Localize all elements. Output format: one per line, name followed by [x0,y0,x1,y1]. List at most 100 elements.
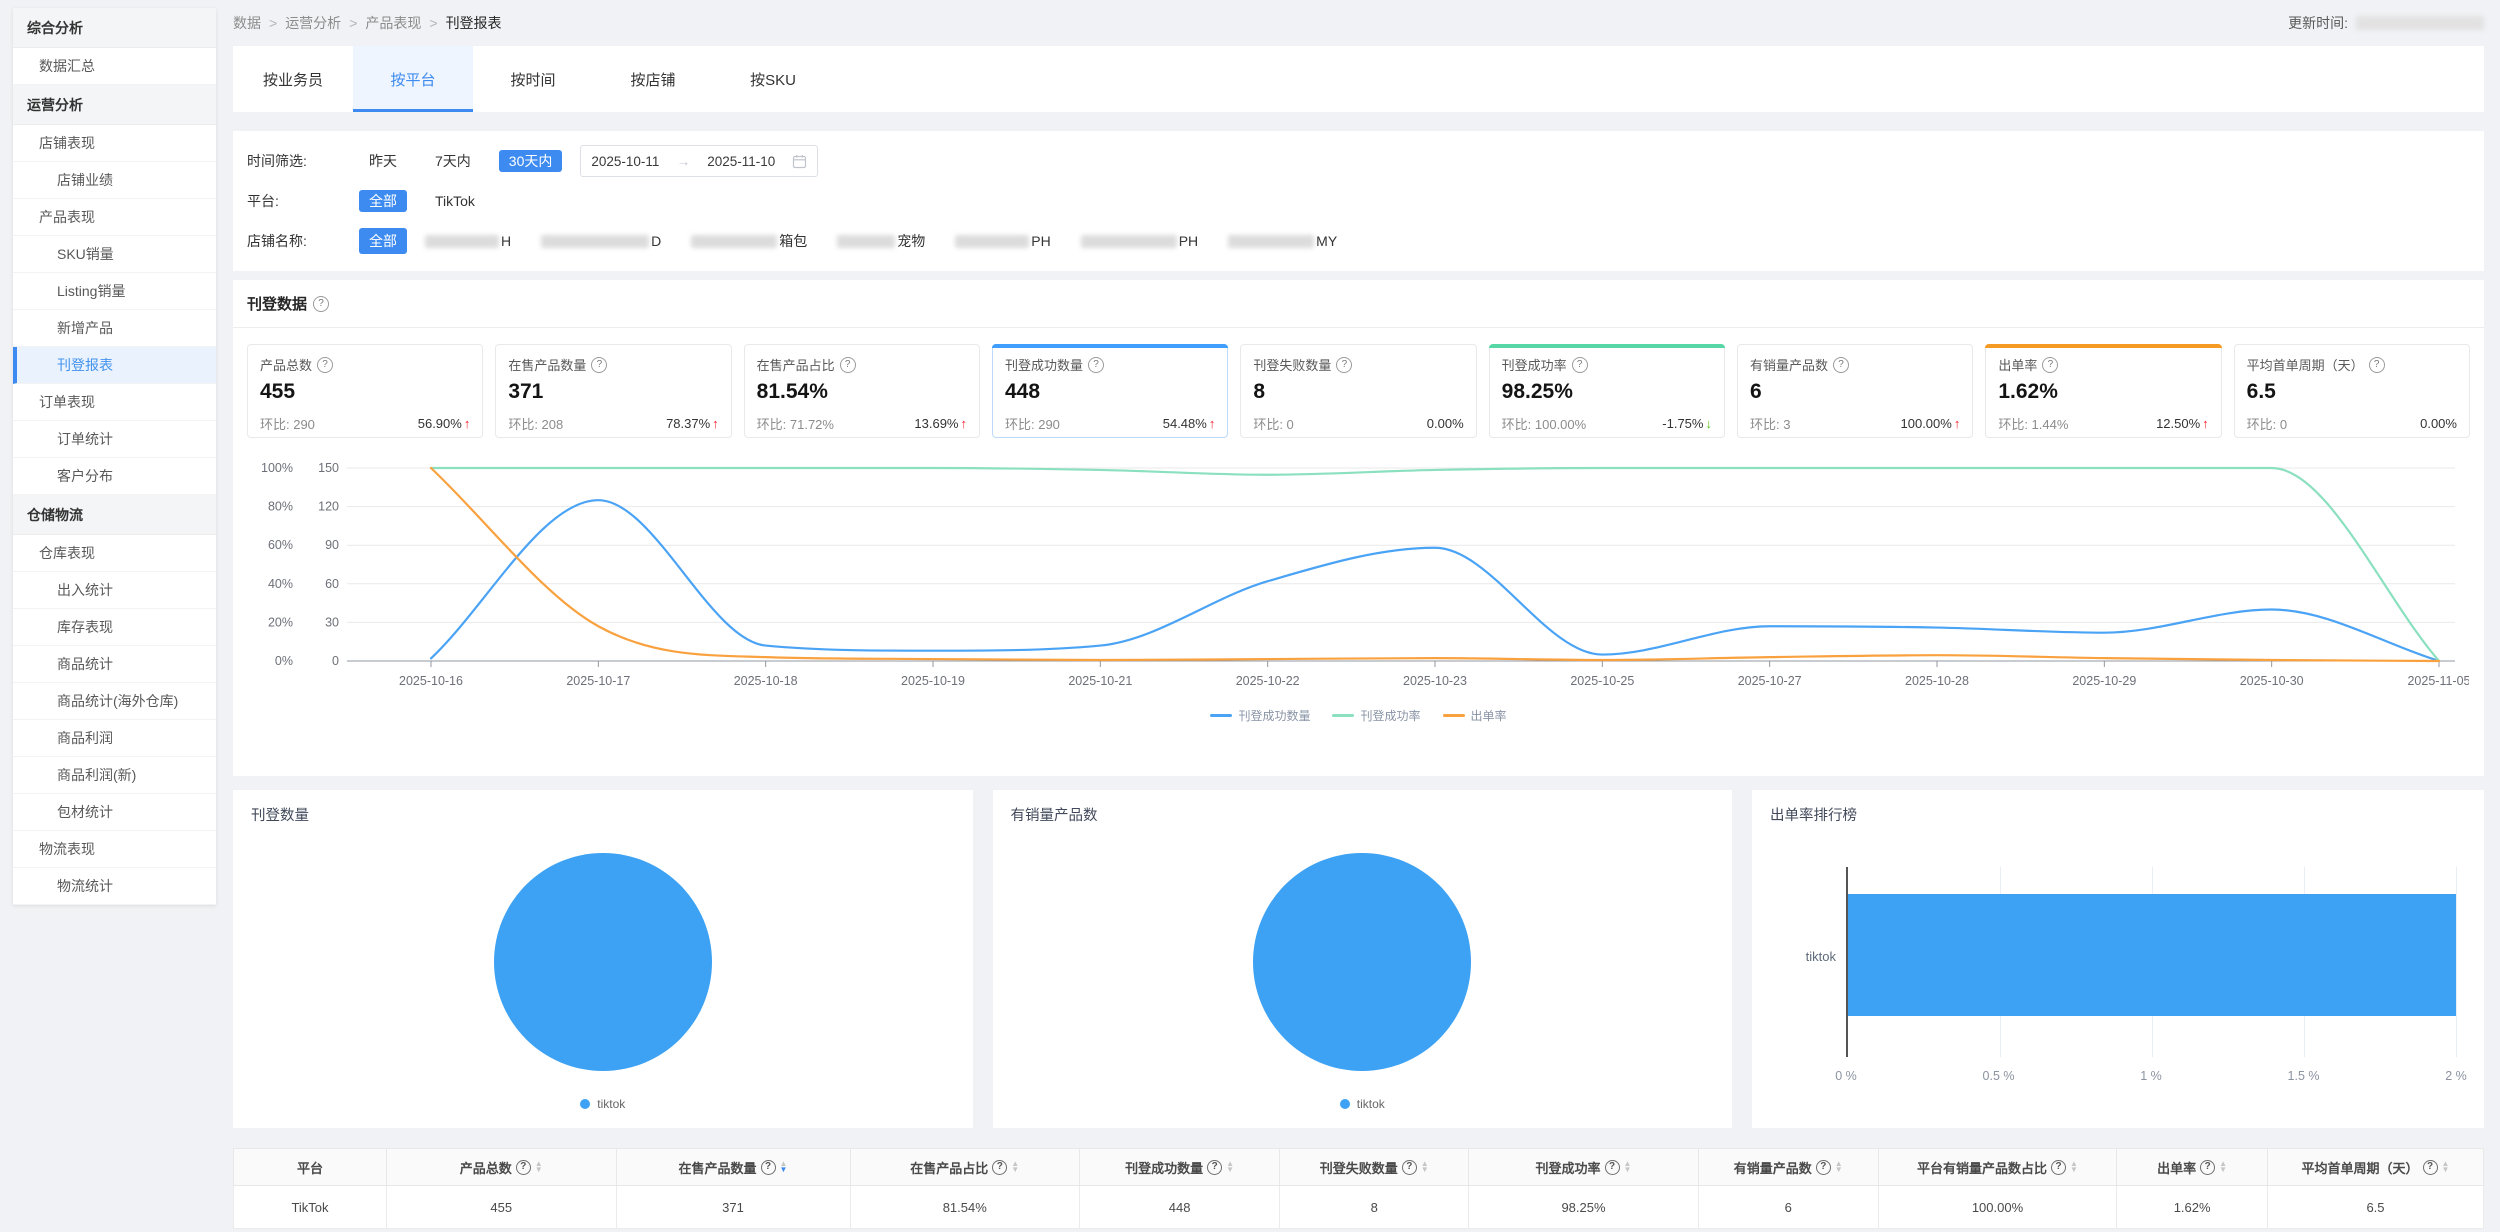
sidebar-item[interactable]: 客户分布 [13,458,216,495]
sort-icons[interactable]: ▲ ▼ [2070,1160,2078,1174]
table-header-9[interactable]: 出单率? ▲ ▼ [2116,1148,2268,1186]
help-icon[interactable]: ? [1207,1159,1223,1175]
shop-option-all[interactable]: 全部 [359,228,407,254]
tab-by-platform[interactable]: 按平台 [353,46,473,112]
breadcrumb-item[interactable]: 产品表现 [365,15,421,31]
metric-card-on-sale-quantity[interactable]: 在售产品数量? 371 环比: 208 78.37% ↑ [495,344,732,438]
help-icon[interactable]: ? [2422,1159,2438,1175]
tab-by-sku[interactable]: 按SKU [713,46,833,112]
help-icon[interactable]: ? [839,356,856,373]
help-icon[interactable]: ? [317,356,334,373]
sidebar-item[interactable]: 物流统计 [13,868,216,905]
metric-card-order-rate[interactable]: 出单率? 1.62% 环比: 1.44% 12.50% ↑ [1985,344,2222,438]
table-header-4[interactable]: 刊登成功数量? ▲ ▼ [1078,1148,1281,1186]
sidebar-item[interactable]: 订单表现 [13,384,216,421]
help-icon[interactable]: ? [313,295,330,312]
table-header-7[interactable]: 有销量产品数? ▲ ▼ [1697,1148,1879,1186]
sidebar-item[interactable]: 包材统计 [13,794,216,831]
tab-by-salesman[interactable]: 按业务员 [233,46,353,112]
sales-products-pie-legend[interactable]: tiktok [1011,1097,1715,1111]
help-icon[interactable]: ? [992,1159,1008,1175]
table-header-5[interactable]: 刊登失败数量? ▲ ▼ [1279,1148,1470,1186]
table-header-3[interactable]: 在售产品占比? ▲ ▼ [849,1148,1080,1186]
sidebar-item-active[interactable]: 刊登报表 [13,347,216,384]
metric-card-publish-fail-quantity[interactable]: 刊登失败数量? 8 环比: 0 0.00% [1240,344,1477,438]
sidebar-item[interactable]: 库存表现 [13,609,216,646]
legend-item-1[interactable]: 刊登成功率 [1332,707,1421,724]
date-range-input[interactable]: 2025-10-11 → 2025-11-10 [580,145,819,177]
sidebar-item[interactable]: 店铺表现 [13,125,216,162]
shop-option-blurred-2[interactable]: D [541,233,661,249]
help-icon[interactable]: ? [2368,356,2385,373]
metric-card-on-sale-ratio[interactable]: 在售产品占比? 81.54% 环比: 71.72% 13.69% ↑ [743,344,980,438]
table-header-2[interactable]: 在售产品数量? ▲ ▼ [615,1148,851,1186]
publish-count-pie-legend[interactable]: tiktok [251,1097,955,1111]
sidebar-item[interactable]: Listing销量 [13,273,216,310]
metric-card-sales-product-count[interactable]: 有销量产品数? 6 环比: 3 100.00% ↑ [1736,344,1974,438]
help-icon[interactable]: ? [760,1159,776,1175]
sidebar-item[interactable]: 出入统计 [13,572,216,609]
sidebar-item[interactable]: 订单统计 [13,421,216,458]
legend-item-2[interactable]: 出单率 [1442,707,1507,724]
help-icon[interactable]: ? [1401,1159,1417,1175]
breadcrumb-item[interactable]: 运营分析 [285,15,341,31]
table-header-10[interactable]: 平均首单周期（天）? ▲ ▼ [2267,1148,2484,1186]
help-icon[interactable]: ? [1088,356,1104,373]
metric-card-total-products[interactable]: 产品总数? 455 环比: 290 56.90% ↑ [247,344,484,438]
help-icon[interactable]: ? [515,1159,531,1175]
table-header-8[interactable]: 平台有销量产品数占比? ▲ ▼ [1877,1148,2118,1186]
time-option-0[interactable]: 昨天 [359,150,407,172]
sidebar-item[interactable]: 物流表现 [13,831,216,868]
legend-item-0[interactable]: 刊登成功数量 [1210,707,1310,724]
metric-card-title: 刊登成功率? [1502,355,1712,374]
sort-icons[interactable]: ▲ ▼ [2442,1160,2450,1174]
sidebar-item[interactable]: 商品利润 [13,720,216,757]
sidebar-item[interactable]: 商品统计 [13,646,216,683]
bar-tiktok[interactable] [1848,894,2456,1016]
help-icon[interactable]: ? [2051,1159,2067,1175]
help-icon[interactable]: ? [1571,356,1588,373]
platform-option-0[interactable]: 全部 [359,190,407,212]
sidebar-item[interactable]: 产品表现 [13,199,216,236]
help-icon[interactable]: ? [2200,1159,2216,1175]
sort-icons[interactable]: ▲ ▼ [780,1160,788,1174]
table-header-6[interactable]: 刊登成功率? ▲ ▼ [1468,1148,1699,1186]
sort-icons[interactable]: ▲ ▼ [1011,1160,1019,1174]
sidebar-item[interactable]: 商品利润(新) [13,757,216,794]
shop-option-blurred-5[interactable]: PH [955,233,1051,249]
sort-icons[interactable]: ▲ ▼ [1226,1160,1234,1174]
shop-option-blurred-7[interactable]: MY [1228,233,1337,249]
platform-option-1[interactable]: TikTok [425,190,485,212]
help-icon[interactable]: ? [1833,356,1849,373]
metric-card-publish-success-quantity[interactable]: 刊登成功数量? 448 环比: 290 54.48% ↑ [991,344,1229,438]
sidebar-item[interactable]: 新增产品 [13,310,216,347]
table-header-1[interactable]: 产品总数? ▲ ▼ [386,1148,617,1186]
sidebar-item[interactable]: 仓库表现 [13,535,216,572]
sort-icons[interactable]: ▲ ▼ [1624,1160,1632,1174]
tab-by-shop[interactable]: 按店铺 [593,46,713,112]
help-icon[interactable]: ? [2042,356,2059,373]
help-icon[interactable]: ? [1336,356,1353,373]
breadcrumb-item[interactable]: 数据 [233,15,261,31]
shop-option-blurred-4[interactable]: 宠物 [837,231,925,251]
sidebar-item[interactable]: 店铺业绩 [13,162,216,199]
sidebar-item[interactable]: 数据汇总 [13,48,216,85]
help-icon[interactable]: ? [591,356,608,373]
time-option-1[interactable]: 7天内 [425,150,481,172]
metric-card-publish-success-rate[interactable]: 刊登成功率? 98.25% 环比: 100.00% -1.75% ↓ [1488,344,1725,438]
sidebar-item[interactable]: SKU销量 [13,236,216,273]
tab-by-time[interactable]: 按时间 [473,46,593,112]
shop-option-blurred-6[interactable]: PH [1080,233,1198,249]
shop-option-blurred-3[interactable]: 箱包 [691,231,807,251]
svg-text:2025-10-16: 2025-10-16 [399,674,463,688]
metric-card-avg-first-order-cycle[interactable]: 平均首单周期（天）? 6.5 环比: 0 0.00% [2233,344,2470,438]
help-icon[interactable]: ? [1604,1159,1620,1175]
time-option-2[interactable]: 30天内 [498,150,563,172]
sort-icons[interactable]: ▲ ▼ [1835,1160,1843,1174]
help-icon[interactable]: ? [1815,1159,1831,1175]
sort-icons[interactable]: ▲ ▼ [1421,1160,1429,1174]
sort-icons[interactable]: ▲ ▼ [2219,1160,2227,1174]
sidebar-item[interactable]: 商品统计(海外仓库) [13,683,216,720]
sort-icons[interactable]: ▲ ▼ [535,1160,543,1174]
shop-option-blurred-1[interactable]: H [425,233,511,249]
